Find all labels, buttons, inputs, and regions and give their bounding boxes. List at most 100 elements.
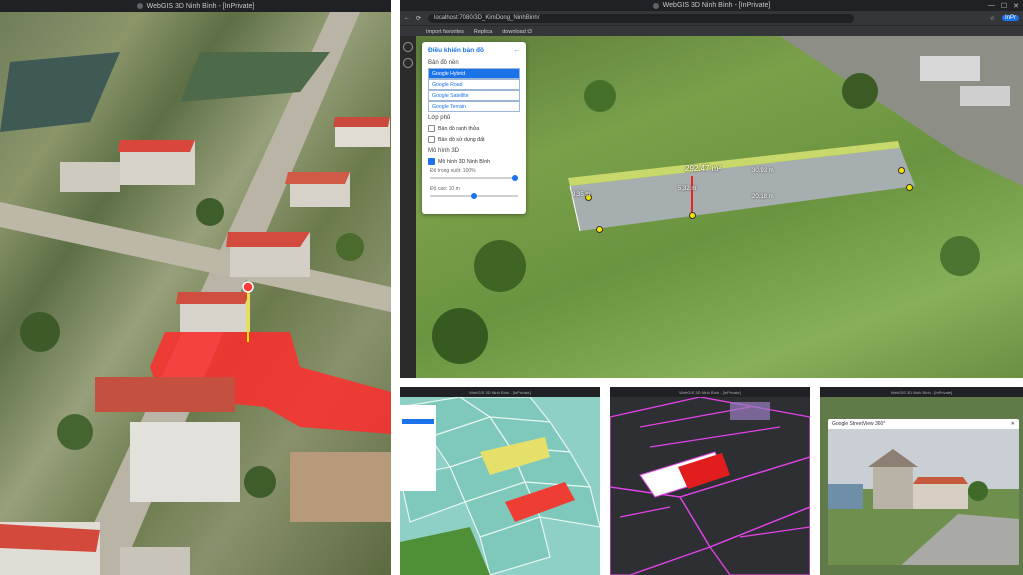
slider-knob[interactable] [512, 175, 518, 181]
tree [968, 481, 988, 501]
opacity-slider[interactable] [430, 175, 518, 181]
checkbox-checked[interactable] [428, 158, 435, 165]
house [130, 422, 240, 502]
opacity-label: Độ trong suốt: 100% [430, 168, 476, 174]
control-panel-title: Điều khiển bản đồ [428, 47, 484, 54]
tree [244, 466, 276, 498]
house [873, 464, 913, 509]
house [60, 162, 120, 192]
length-label: 9.35 m [572, 192, 591, 198]
left-3d-drawing [0, 12, 391, 575]
streetview-title: Google StreetView 360° [832, 421, 886, 427]
main-browser-window: WebGIS 3D Ninh Bình - [InPrivate] — ☐ ✕ … [400, 0, 1023, 378]
basemap-option-road[interactable]: Google Road [428, 79, 520, 90]
tree [584, 80, 616, 112]
streetview-photo[interactable] [828, 429, 1019, 565]
globe-icon[interactable] [403, 58, 413, 68]
awning [913, 477, 968, 484]
left-window-title: WebGIS 3D Ninh Bình - [InPrivate] [146, 2, 255, 10]
address-bar[interactable]: localhost:7080/3D_KimDong_NinhBinh/ [428, 13, 854, 23]
browser-toolbar: ← ⟳ localhost:7080/3D_KimDong_NinhBinh/ … [400, 11, 1023, 25]
minimize-button[interactable]: — [988, 2, 995, 9]
measure-vertex[interactable] [906, 184, 913, 191]
tree [336, 233, 364, 261]
house [960, 86, 1010, 106]
left-window-titlebar: WebGIS 3D Ninh Bình - [InPrivate] [0, 0, 391, 12]
bookmark-download[interactable]: download t3 [502, 29, 532, 35]
close-button[interactable]: ✕ [1013, 2, 1019, 10]
main-window-title: WebGIS 3D Ninh Bình - [InPrivate] [662, 2, 771, 9]
browser-icon [136, 3, 143, 9]
mini-title: WebGIS 3D Ninh Bình - [InPrivate] [400, 387, 600, 397]
measure-vertex[interactable] [689, 212, 696, 219]
collapse-icon[interactable]: ← [514, 47, 521, 54]
height-slider[interactable] [430, 193, 518, 199]
streetview-dialog: Google StreetView 360° ✕ [828, 419, 1019, 565]
pond [828, 484, 863, 509]
basemap-section-title: Bản đồ nền [428, 60, 459, 66]
map-control-panel: Điều khiển bản đồ ← Bản đồ nền Google Hy… [422, 42, 526, 214]
length-label: 20.18 m [752, 194, 774, 200]
height-label: Độ cao: 10 m [430, 186, 460, 192]
star-icon[interactable]: ☆ [990, 15, 995, 22]
profile-badge[interactable]: InPr [1001, 15, 1019, 21]
slider-knob[interactable] [471, 193, 477, 199]
maximize-button[interactable]: ☐ [1001, 2, 1007, 10]
tree [940, 236, 980, 276]
mini-window-1: WebGIS 3D Ninh Bình - [InPrivate] [400, 387, 600, 575]
layer-landuse-toggle[interactable]: Bản đồ sử dụng đất [422, 134, 526, 145]
basemap-option-terrain[interactable]: Google Terrain [428, 101, 520, 112]
residential-zone [730, 402, 770, 420]
bookmark-import[interactable]: Import favorites [426, 29, 464, 35]
bookmark-replica[interactable]: Replica [474, 29, 492, 35]
model-3d-toggle[interactable]: Mô hình 3D Ninh Bình [422, 156, 526, 167]
parcel-boundaries [610, 396, 810, 575]
streetview-header: Google StreetView 360° ✕ [828, 419, 1019, 429]
close-icon[interactable]: ✕ [1011, 421, 1015, 427]
house [120, 547, 190, 575]
basemap-option-satellite[interactable]: Google Satellite [428, 90, 520, 101]
roof [226, 232, 310, 247]
mini-title: WebGIS 3D Ninh Bình - [InPrivate] [610, 387, 810, 397]
checkbox[interactable] [428, 136, 435, 143]
streetview-background: Google StreetView 360° ✕ [820, 397, 1023, 575]
tree [474, 240, 526, 292]
pond [0, 52, 120, 132]
roof [333, 117, 390, 127]
roof [176, 292, 250, 304]
layers-icon[interactable] [403, 42, 413, 52]
measure-vertex[interactable] [898, 167, 905, 174]
length-label: 30.93 m [752, 168, 774, 174]
house [920, 56, 980, 81]
browser-icon [652, 2, 659, 9]
parcel-map-scene[interactable] [400, 396, 600, 575]
left-3d-scene[interactable] [0, 12, 391, 575]
mini-window-2: WebGIS 3D Ninh Bình - [InPrivate] [610, 387, 810, 575]
reload-icon[interactable]: ⟳ [416, 15, 421, 22]
measure-vertex[interactable] [596, 226, 603, 233]
checkbox[interactable] [428, 125, 435, 132]
shop [913, 484, 968, 509]
tree [57, 414, 93, 450]
mini-selected-option [402, 419, 434, 424]
layer-parcel-toggle[interactable]: Bản đồ ranh thửa [422, 123, 526, 134]
tree [20, 312, 60, 352]
mini-window-3: WebGIS 3D Ninh Bình - [InPrivate] Google… [820, 387, 1023, 575]
location-marker-icon[interactable] [242, 281, 254, 293]
window-controls: — ☐ ✕ [988, 0, 1019, 11]
field [290, 452, 391, 522]
basemap-option-hybrid[interactable]: Google Hybrid [428, 68, 520, 79]
mini-control-panel [400, 405, 436, 491]
tree [432, 308, 488, 364]
main-window-titlebar: WebGIS 3D Ninh Bình - [InPrivate] — ☐ ✕ [400, 0, 1023, 11]
landuse-map-scene[interactable] [610, 396, 810, 575]
back-icon[interactable]: ← [404, 15, 410, 21]
tree [196, 198, 224, 226]
layer-label: Bản đồ ranh thửa [438, 125, 480, 132]
area-label: 292.47 m² [685, 164, 722, 173]
height-label: 5.32 m [678, 186, 697, 192]
roof [118, 140, 195, 152]
layers-section-title: Lớp phủ [428, 115, 451, 121]
tree [842, 73, 878, 109]
roof [95, 377, 235, 412]
